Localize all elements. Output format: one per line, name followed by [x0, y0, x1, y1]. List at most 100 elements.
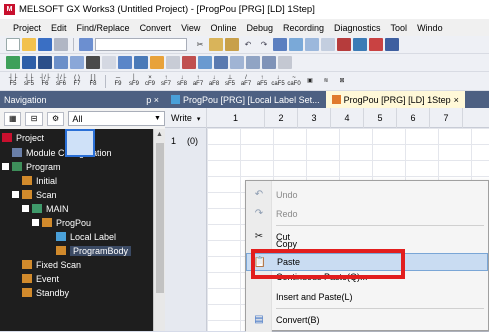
coil-icon[interactable]: ( ) F7 [70, 75, 84, 87]
operation-result-icon[interactable]: ↑ aF5 [255, 75, 269, 87]
scroll-up-icon[interactable]: ▲ [154, 129, 165, 141]
expand-toggle-icon[interactable] [32, 219, 39, 226]
menu-project[interactable]: Project [8, 23, 46, 33]
menu-tool[interactable]: Tool [386, 23, 413, 33]
menu-convert[interactable]: Convert [135, 23, 177, 33]
closed-contact-icon[interactable]: ┤/├ F6 [38, 75, 52, 87]
network-icon[interactable] [134, 56, 148, 69]
closed-branch-icon[interactable]: ┤/├ sF6 [54, 75, 68, 87]
watch-icon[interactable] [166, 56, 180, 69]
monitor-icon[interactable] [385, 38, 399, 51]
nav-filter-select[interactable]: All ▼ [68, 111, 165, 126]
replace-icon[interactable] [289, 38, 303, 51]
menu-item-insert-and-paste[interactable]: Insert and Paste(L) [246, 287, 488, 306]
delete-line-icon[interactable]: × cF9 [143, 75, 157, 87]
rising-branch-icon[interactable]: ↑ aF7 [191, 75, 205, 87]
inline-st-icon[interactable]: ~ caF0 [287, 75, 301, 87]
tool-icon[interactable] [262, 56, 276, 69]
tree-item-progpou[interactable]: ProgPou [32, 216, 91, 229]
tree-item-scan[interactable]: Scan [12, 188, 57, 201]
falling-branch-icon[interactable]: ↓ aF8 [207, 75, 221, 87]
undo-toolbar-icon[interactable]: ↶ [241, 38, 255, 51]
cross-ref-icon[interactable] [305, 38, 319, 51]
navigation-scrollbar[interactable]: ▲ [153, 129, 165, 331]
expand-toggle-icon[interactable] [22, 205, 29, 212]
tree-item-local-label[interactable]: Local Label [56, 230, 116, 243]
device-list-icon[interactable] [321, 38, 335, 51]
operation-falling-icon[interactable]: ↓ caF5 [271, 75, 285, 87]
online-change-icon[interactable] [150, 56, 164, 69]
paste-toolbar-icon[interactable] [225, 38, 239, 51]
pin-close-icon[interactable]: p × [146, 95, 159, 105]
tree-item-program[interactable]: Program [2, 160, 61, 173]
redo-toolbar-icon[interactable]: ↷ [257, 38, 271, 51]
toolbar-combo[interactable] [95, 38, 187, 51]
menu-diagnostics[interactable]: Diagnostics [329, 23, 386, 33]
menu-item-convert[interactable]: ▤ Convert(B) [246, 310, 488, 329]
print-icon[interactable] [54, 38, 68, 51]
verify-icon[interactable] [369, 38, 383, 51]
tab-progpou-ld[interactable]: ProgPou [PRG] [LD] 1Step × [325, 91, 465, 108]
falling-edge-icon[interactable]: ↓ sF8 [175, 75, 189, 87]
help-icon[interactable] [79, 38, 93, 51]
menu-item-redo[interactable]: ↷ Redo [246, 204, 488, 223]
close-icon[interactable]: × [454, 95, 459, 105]
nav-settings-gear-icon[interactable]: ⚙ [46, 111, 65, 126]
list-icon[interactable] [278, 56, 292, 69]
menu-view[interactable]: View [176, 23, 205, 33]
trace-icon[interactable] [198, 56, 212, 69]
menu-edit[interactable]: Edit [46, 23, 72, 33]
tree-item-event[interactable]: Event [22, 272, 59, 285]
menu-item-undo[interactable]: ↶ Undo [246, 185, 488, 204]
new-project-icon[interactable] [6, 38, 20, 51]
menu-online[interactable]: Online [205, 23, 241, 33]
find-icon[interactable] [273, 38, 287, 51]
open-contact-icon[interactable]: ┤├ F5 [6, 75, 20, 87]
scrollbar-thumb[interactable] [156, 143, 164, 293]
copy-toolbar-icon[interactable] [209, 38, 223, 51]
ladder-cursor[interactable] [65, 129, 95, 157]
menu-debug[interactable]: Debug [241, 23, 278, 33]
tree-item-programbody[interactable]: ProgramBody [56, 244, 132, 257]
station-icon[interactable] [86, 56, 100, 69]
expand-toggle-icon[interactable] [2, 163, 9, 170]
cut-toolbar-icon[interactable]: ✂ [193, 38, 207, 51]
expand-toggle-icon[interactable] [12, 191, 19, 198]
function-icon[interactable]: ≋ [319, 78, 333, 84]
tree-item-fixed-scan[interactable]: Fixed Scan [22, 258, 81, 271]
menu-item-copy[interactable]: Copy [246, 239, 488, 249]
menu-item-paste[interactable]: 📋 Paste [246, 253, 488, 271]
module-icon[interactable] [102, 56, 116, 69]
params-icon[interactable] [230, 56, 244, 69]
window-tile-icon[interactable] [70, 56, 84, 69]
menu-item-continuous-paste[interactable]: Continuous Paste(Q)... [246, 272, 488, 282]
menu-find-replace[interactable]: Find/Replace [72, 23, 135, 33]
open-branch-icon[interactable]: ┤├ sF5 [22, 75, 36, 87]
rebuild-icon[interactable] [38, 56, 52, 69]
rising-edge-icon[interactable]: ↑ sF7 [159, 75, 173, 87]
tree-item-standby[interactable]: Standby [22, 286, 69, 299]
diag-icon[interactable] [182, 56, 196, 69]
pulse-icon[interactable]: ⊥ sF5 [223, 75, 237, 87]
label-insert-icon[interactable]: ⊠ [335, 78, 349, 84]
invert-icon[interactable]: / aF7 [239, 75, 253, 87]
open-project-icon[interactable] [22, 38, 36, 51]
nav-view-icon[interactable]: ▦ [4, 111, 22, 126]
ladder-icon[interactable] [6, 56, 20, 69]
menu-recording[interactable]: Recording [278, 23, 329, 33]
tab-local-label-setting[interactable]: ProgPou [PRG] [Local Label Set... [165, 91, 326, 108]
menu-window[interactable]: Windo [412, 23, 448, 33]
instruction-icon[interactable]: [ ] F8 [86, 75, 100, 87]
labels-icon[interactable] [246, 56, 260, 69]
tree-item-module-configuration[interactable]: Module Configuration [12, 146, 112, 159]
view-split-icon[interactable] [54, 56, 68, 69]
bus-icon[interactable] [118, 56, 132, 69]
hline-icon[interactable]: ─ F9 [111, 75, 125, 87]
save-icon[interactable] [38, 38, 52, 51]
read-plc-icon[interactable] [337, 38, 351, 51]
tree-item-project[interactable]: Project [2, 131, 44, 144]
nav-collapse-icon[interactable]: ⊟ [25, 111, 43, 126]
tree-item-initial[interactable]: Initial [22, 174, 57, 187]
fb-icon[interactable]: ▣ [303, 78, 317, 84]
tree-item-main[interactable]: MAIN [22, 202, 69, 215]
